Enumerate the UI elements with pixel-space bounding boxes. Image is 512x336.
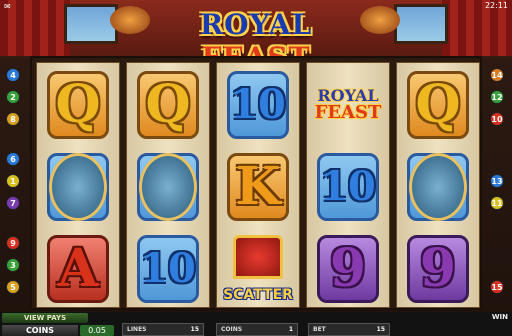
lines-value: 15: [190, 326, 199, 333]
king-character-icon: [409, 153, 467, 221]
payline-marker-right[interactable]: 13: [490, 174, 504, 188]
reel-symbol: [399, 147, 477, 227]
coins-field[interactable]: COINS 1: [216, 323, 298, 336]
reel-1: QA: [36, 62, 120, 308]
coins-button[interactable]: COINS: [2, 325, 78, 336]
payline-marker-left[interactable]: 2: [6, 90, 20, 104]
bet-label: BET: [313, 326, 326, 333]
reel-symbol: SCATTER: [219, 229, 297, 309]
symbol-10: 10: [320, 163, 376, 210]
lines-label: LINES: [127, 326, 147, 333]
reel-symbol: 10: [309, 147, 387, 227]
wild-line-2: FEAST: [314, 102, 382, 123]
symbol-q: Q: [55, 74, 101, 135]
reel-3: 10 K SCATTER: [216, 62, 300, 308]
reel-symbol: K: [219, 147, 297, 227]
logo-royal-text: ROYAL: [199, 8, 313, 41]
reel-5: Q9: [396, 62, 480, 308]
reel-symbol: Q: [129, 65, 207, 145]
symbol-k: K: [235, 156, 281, 217]
payline-marker-left[interactable]: 5: [6, 280, 20, 294]
symbol-q: Q: [415, 74, 461, 135]
reel-symbol: 10: [219, 65, 297, 145]
symbol-10: 10: [140, 245, 196, 292]
payline-marker-right[interactable]: 10: [490, 112, 504, 126]
symbol-9: 9: [329, 238, 367, 299]
waiter-character-icon: [49, 153, 107, 221]
reel-symbol: 9: [309, 229, 387, 309]
bet-value: 15: [376, 326, 385, 333]
coins-value: 1: [288, 326, 293, 333]
payline-marker-left[interactable]: 4: [6, 68, 20, 82]
right-window: [394, 4, 448, 44]
payline-marker-left[interactable]: 6: [6, 152, 20, 166]
reel-4: ROYAL FEAST 10 9: [306, 62, 390, 308]
reel-symbol: A: [39, 229, 117, 309]
wifi-icon: ✉: [4, 2, 11, 11]
payline-marker-right[interactable]: 12: [490, 90, 504, 104]
reel-symbol: ROYAL FEAST: [309, 65, 387, 145]
view-pays-button[interactable]: VIEW PAYS: [2, 313, 88, 323]
top-banner: ✉ 22:11 ROYAL FEAST: [0, 0, 512, 74]
jester-character-icon: [139, 153, 197, 221]
feast-food-decoration: [360, 6, 400, 34]
coin-value-button[interactable]: 0.05: [80, 325, 114, 336]
payline-marker-left[interactable]: 1: [6, 174, 20, 188]
feast-food-decoration: [110, 6, 150, 34]
payline-marker-left[interactable]: 8: [6, 112, 20, 126]
royal-feast-wild-symbol: ROYAL FEAST: [315, 88, 382, 122]
slot-game-screen: ✉ 22:11 ROYAL FEAST QAQ1010KSCATTERROYAL…: [0, 0, 512, 336]
reel-symbol: [39, 147, 117, 227]
scatter-label: SCATTER: [223, 287, 293, 303]
status-clock: 22:11: [484, 1, 508, 10]
reel-symbol: [129, 147, 207, 227]
reel-2: Q 10: [126, 62, 210, 308]
payline-marker-left[interactable]: 9: [6, 236, 20, 250]
crown-icon: [233, 235, 283, 279]
payline-marker-left[interactable]: 7: [6, 196, 20, 210]
payline-marker-left[interactable]: 3: [6, 258, 20, 272]
symbol-9: 9: [419, 238, 457, 299]
lines-field[interactable]: LINES 15: [122, 323, 204, 336]
symbol-10: 10: [230, 81, 286, 128]
bet-field[interactable]: BET 15: [308, 323, 390, 336]
payline-marker-right[interactable]: 15: [490, 280, 504, 294]
reel-area: Q A Q 10 10 K SCATTER ROYAL FEAST 10 9 Q 9: [30, 56, 482, 310]
reel-symbol: Q: [39, 65, 117, 145]
payline-marker-right[interactable]: 14: [490, 68, 504, 82]
game-logo: ROYAL FEAST: [148, 8, 364, 74]
symbol-a: A: [57, 238, 99, 299]
payline-marker-right[interactable]: 11: [490, 196, 504, 210]
win-label: WIN: [491, 313, 508, 321]
reel-symbol: 10: [129, 229, 207, 309]
reel-symbol: 9: [399, 229, 477, 309]
coins-label: COINS: [221, 326, 243, 333]
symbol-q: Q: [145, 74, 191, 135]
reel-symbol: Q: [399, 65, 477, 145]
